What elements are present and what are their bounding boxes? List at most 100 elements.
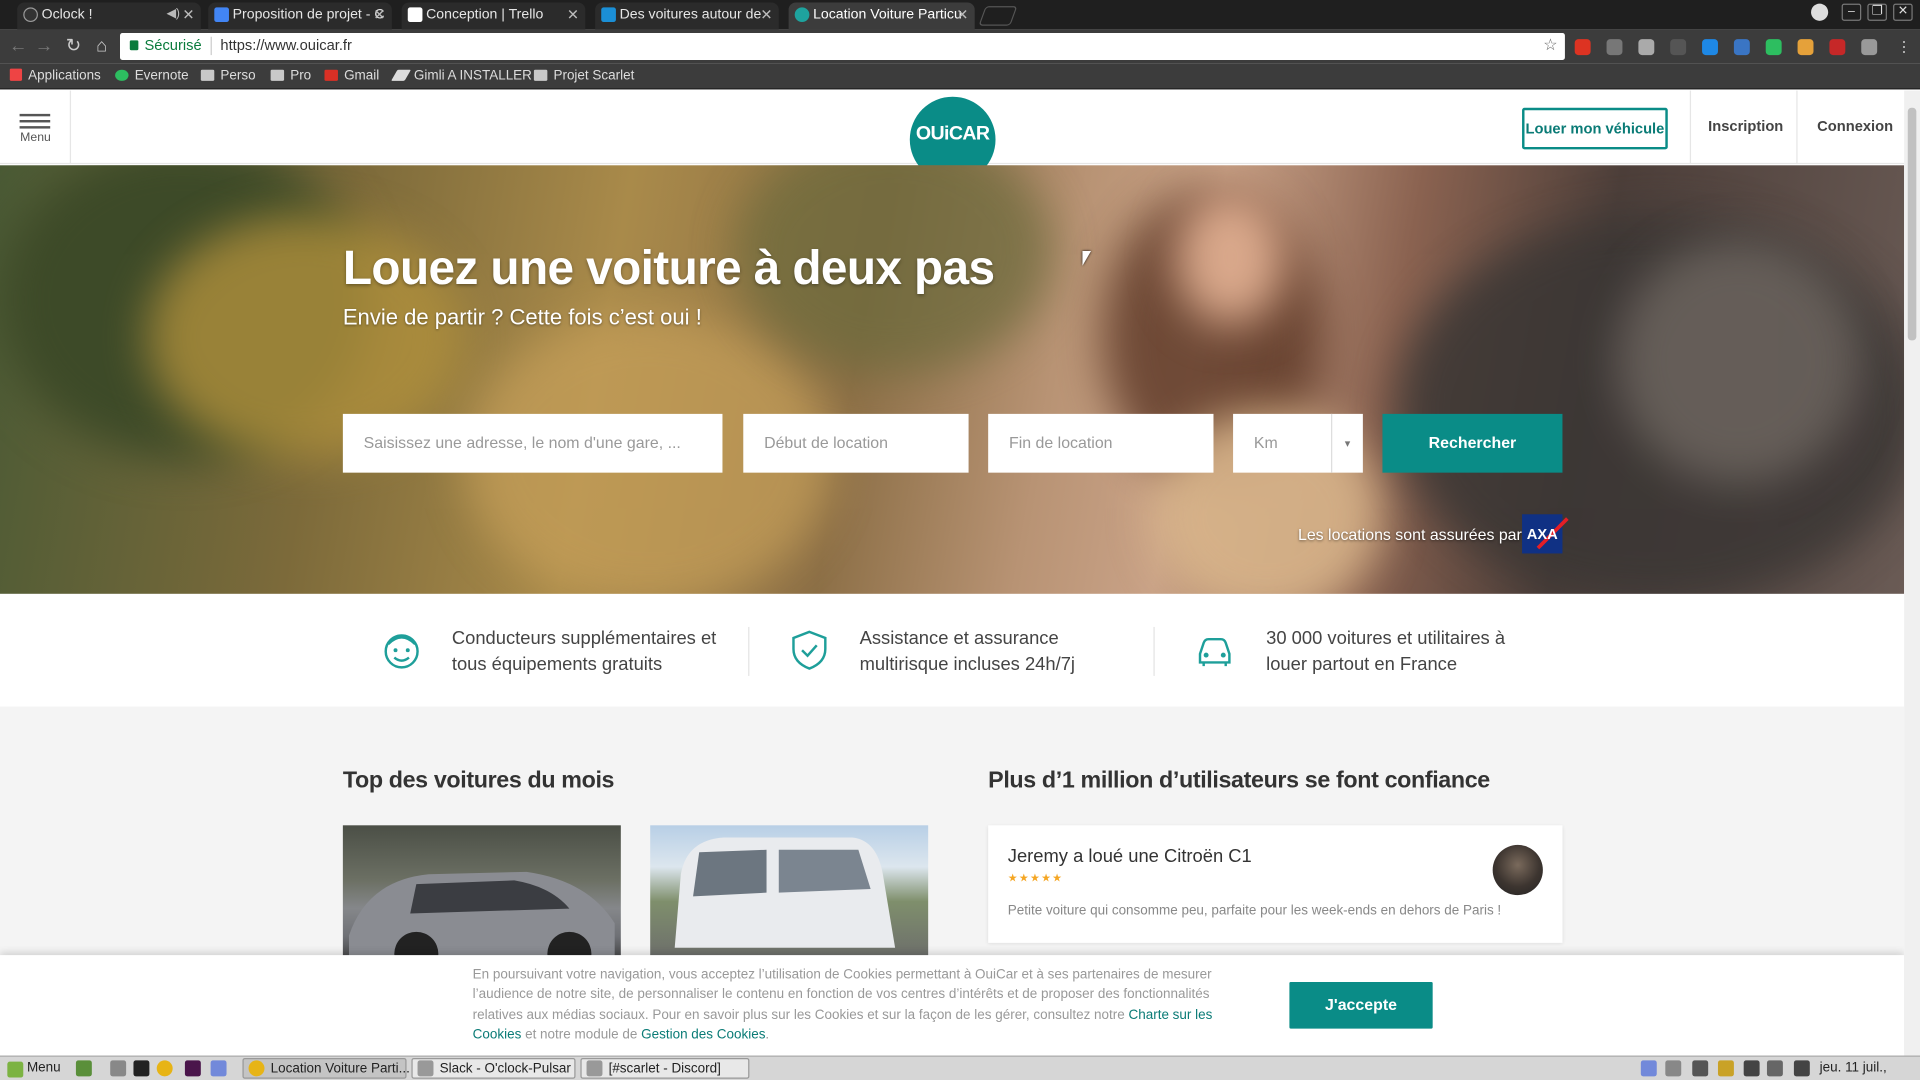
discord-tray-icon[interactable]	[1640, 1060, 1657, 1077]
start-menu-button[interactable]: Menu	[7, 1058, 61, 1079]
bookmark-star-icon[interactable]: ☆	[1543, 36, 1557, 56]
taskbar-window-discord[interactable]: [#scarlet - Discord]	[580, 1057, 750, 1079]
close-tab-icon[interactable]: ✕	[182, 2, 194, 26]
settings-extension-icon[interactable]	[1861, 39, 1878, 56]
files-icon[interactable]	[110, 1060, 127, 1077]
start-date-input[interactable]: Début de location	[743, 413, 969, 473]
close-tab-icon[interactable]: ✕	[760, 2, 772, 26]
close-tab-icon[interactable]: ✕	[567, 2, 579, 26]
home-icon[interactable]: ⌂	[91, 34, 113, 58]
site-header: Menu OUiCAR Louer mon véhicule Inscripti…	[0, 90, 1905, 183]
ublock-extension-icon[interactable]	[1829, 39, 1846, 56]
mint-logo-icon	[7, 1061, 24, 1078]
scrollbar-thumb[interactable]	[1907, 107, 1917, 341]
account-icon[interactable]	[1811, 3, 1829, 21]
ouicar-favicon-icon	[794, 7, 810, 23]
evernote-extension-icon[interactable]	[1765, 39, 1782, 56]
bookmark-gimli[interactable]: Gimli A INSTALLER	[391, 66, 532, 86]
km-select[interactable]: Km ▾	[1233, 413, 1363, 473]
menu-button[interactable]: Menu	[0, 90, 72, 165]
color-extension-icon[interactable]	[1797, 39, 1814, 56]
note-extension-icon[interactable]	[1733, 39, 1750, 56]
bookmark-projet-scarlet[interactable]: Projet Scarlet	[533, 66, 634, 86]
accept-cookies-button[interactable]: J'accepte	[1289, 982, 1433, 1029]
browser-tab-active[interactable]: Location Voiture Particu ✕	[788, 2, 975, 30]
feature-fleet: 30 000 voitures et utilitaires à louer p…	[1266, 626, 1505, 677]
close-window-icon[interactable]: ✕	[1893, 3, 1913, 21]
show-desktop-icon[interactable]	[75, 1060, 92, 1077]
bookmark-evernote[interactable]: Evernote	[115, 66, 189, 86]
bookmark-applications[interactable]: Applications	[9, 66, 101, 86]
bookmark-gmail[interactable]: Gmail	[324, 66, 379, 86]
signup-link[interactable]: Inscription	[1708, 118, 1783, 135]
cookie-management-link[interactable]: Gestion des Cookies	[641, 1027, 765, 1042]
chrome-icon[interactable]	[156, 1060, 173, 1077]
youtube-extension-icon[interactable]	[1574, 39, 1591, 56]
end-date-input[interactable]: Fin de location	[988, 413, 1214, 473]
terminal-icon[interactable]	[133, 1060, 150, 1077]
pen-extension-icon[interactable]	[1606, 39, 1623, 56]
rent-my-vehicle-button[interactable]: Louer mon véhicule	[1522, 107, 1668, 150]
feature-text: Assistance et assurance	[859, 628, 1059, 649]
display-tray-icon[interactable]	[1717, 1060, 1734, 1077]
window-icon	[417, 1060, 434, 1077]
separator	[210, 36, 212, 56]
volume-icon[interactable]	[1766, 1060, 1783, 1077]
taskbar-window-chrome[interactable]: Location Voiture Parti...	[242, 1057, 410, 1079]
cookie-text-part: En poursuivant votre navigation, vous ac…	[472, 967, 1212, 1022]
trello-icon	[407, 7, 423, 23]
tools-tray-icon[interactable]	[1692, 1060, 1709, 1077]
axa-logo: AXA	[1522, 514, 1569, 554]
address-input[interactable]: Saisissez une adresse, le nom d'une gare…	[342, 413, 723, 473]
back-icon[interactable]: ←	[7, 34, 29, 58]
login-link[interactable]: Connexion	[1817, 118, 1893, 135]
car-card-renault-clio[interactable]	[342, 825, 621, 964]
browser-tab[interactable]: Oclock ! ◀) ✕	[17, 2, 201, 30]
taskbar-window-label: [#scarlet - Discord]	[608, 1061, 721, 1077]
taskbar-window-label: Location Voiture Parti...	[270, 1061, 410, 1077]
slack-icon[interactable]	[184, 1060, 201, 1077]
browser-tab[interactable]: Des voitures autour de ✕	[595, 2, 779, 30]
system-clock[interactable]: jeu. 11 juil., 10:51	[1820, 1058, 1920, 1080]
car-card-renault-kangoo[interactable]	[650, 825, 929, 964]
speaker-icon[interactable]: ◀)	[166, 2, 180, 26]
address-bar[interactable]: Sécurisé https://www.ouicar.fr ☆	[120, 33, 1565, 61]
tab-extension-icon[interactable]	[1702, 39, 1718, 56]
browser-tab[interactable]: Conception | Trello ✕	[401, 2, 586, 30]
page-scrollbar[interactable]	[1904, 90, 1920, 1056]
settings-tray-icon[interactable]	[1665, 1060, 1682, 1077]
van-photo-shape	[674, 837, 896, 948]
camera-extension-icon[interactable]	[1638, 39, 1655, 56]
forward-icon[interactable]: →	[33, 34, 55, 58]
minimize-icon[interactable]: –	[1841, 3, 1862, 21]
reload-icon[interactable]: ↻	[62, 34, 84, 58]
bookmark-perso[interactable]: Perso	[200, 66, 256, 86]
feature-text: multirisque incluses 24h/7j	[859, 653, 1076, 675]
restore-icon[interactable]: ❐	[1867, 3, 1887, 21]
taskbar-window-label: Slack - O'clock-Pulsar	[439, 1061, 571, 1077]
taskbar-window-slack[interactable]: Slack - O'clock-Pulsar	[411, 1057, 576, 1079]
drivy-icon	[601, 7, 616, 23]
axa-logo-text: AXA	[1526, 525, 1558, 543]
os-taskbar: Menu Location Voiture Parti... Slack - O…	[0, 1055, 1920, 1080]
close-tab-icon[interactable]: ✕	[956, 2, 968, 26]
close-tab-icon[interactable]: ✕	[373, 2, 385, 26]
chrome-menu-icon[interactable]: ⋮	[1893, 34, 1915, 58]
pen-tray-icon[interactable]	[1743, 1060, 1760, 1077]
browser-tab[interactable]: Proposition de projet - C ✕	[208, 2, 392, 30]
bookmark-label: Pro	[290, 68, 312, 84]
dropdown-arrow-icon[interactable]: ▾	[1331, 413, 1363, 473]
network-icon[interactable]	[1793, 1060, 1810, 1077]
cookie-banner: En poursuivant votre navigation, vous ac…	[0, 955, 1905, 1056]
screen: Oclock ! ◀) ✕ Proposition de projet - C …	[0, 0, 1920, 1080]
menu-label: Menu	[20, 131, 51, 145]
search-button[interactable]: Rechercher	[1382, 413, 1563, 473]
discord-icon[interactable]	[210, 1060, 227, 1077]
trust-heading: Plus d’1 million d’utilisateurs se font …	[988, 767, 1490, 794]
evernote-icon	[115, 69, 129, 81]
bookmark-pro[interactable]: Pro	[270, 66, 312, 86]
feature-text: Conducteurs supplémentaires et	[451, 628, 717, 649]
new-tab-button[interactable]	[978, 6, 1018, 26]
function-extension-icon[interactable]	[1670, 39, 1687, 56]
url-text[interactable]: https://www.ouicar.fr	[220, 37, 351, 54]
